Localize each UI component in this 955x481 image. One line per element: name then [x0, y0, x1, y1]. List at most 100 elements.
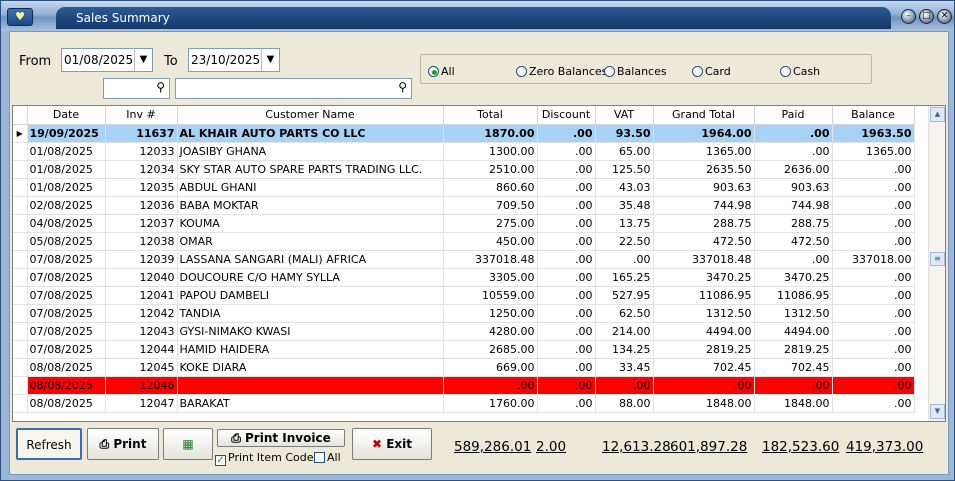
exit-button[interactable]: ✖ Exit: [352, 428, 432, 460]
footer-bar: Refresh ⎙ Print ▦ ⎙ Print Invoice ✓ Print…: [12, 424, 946, 472]
table-cell: 12043: [105, 322, 178, 341]
table-cell: 2636.00: [754, 160, 833, 179]
title-bar: ♥ Sales Summary – □ ✕: [1, 1, 954, 31]
column-header[interactable]: VAT: [595, 106, 654, 125]
table-cell: JOASIBY GHANA: [177, 142, 444, 161]
row-indicator: [13, 178, 28, 197]
column-header[interactable]: Balance: [832, 106, 915, 125]
row-indicator: [13, 250, 28, 269]
table-row[interactable]: 02/08/2025 12036 BABA MOKTAR 709.50.00 35.48…: [13, 196, 915, 215]
maximize-icon[interactable]: □: [919, 9, 934, 24]
radio-dot: [428, 66, 439, 77]
balance-sum: 419,373.00: [846, 439, 924, 455]
all-checkbox[interactable]: All: [314, 451, 341, 464]
print-invoice-button[interactable]: ⎙ Print Invoice: [217, 429, 345, 447]
table-cell: 1848.00: [653, 394, 755, 413]
table-cell: .00: [537, 322, 596, 341]
chevron-down-icon[interactable]: ▼: [261, 49, 279, 71]
filter-radio-group: All Zero Balances Balances Card Cash: [420, 54, 872, 84]
minimize-icon[interactable]: –: [901, 9, 916, 24]
customer-search-input[interactable]: ⚲: [175, 78, 412, 99]
table-cell: 62.50: [595, 304, 654, 323]
column-header[interactable]: Inv #: [105, 106, 178, 125]
table-cell: 12040: [105, 268, 178, 287]
table-cell: 01/08/2025: [27, 142, 106, 161]
column-header[interactable]: Grand Total: [653, 106, 755, 125]
column-header[interactable]: Discount: [537, 106, 596, 125]
table-cell: 19/09/2025: [27, 124, 106, 143]
table-cell: 04/08/2025: [27, 214, 106, 233]
excel-export-button[interactable]: ▦: [163, 428, 213, 460]
table-cell: 11086.95: [754, 286, 833, 305]
row-indicator: [13, 232, 28, 251]
radio-all[interactable]: All: [428, 65, 455, 78]
table-cell: .00: [832, 160, 915, 179]
table-row[interactable]: 05/08/2025 12038 OMAR 450.00.00 22.50 472.50 4…: [13, 232, 915, 251]
table-cell: 709.50: [443, 196, 538, 215]
table-cell: LASSANA SANGARI (MALI) AFRICA: [177, 250, 444, 269]
print-button[interactable]: ⎙ Print: [87, 428, 159, 460]
table-cell: 08/08/2025: [27, 376, 106, 395]
radio-zero-balances[interactable]: Zero Balances: [516, 65, 607, 78]
table-cell: 1870.00: [443, 124, 538, 143]
table-header: Date Inv # Customer Name Total Discount VAT Gr…: [13, 106, 915, 125]
table-cell: 01/08/2025: [27, 160, 106, 179]
radio-cash[interactable]: Cash: [780, 65, 820, 78]
table-cell: .00: [832, 232, 915, 251]
print-item-code-checkbox[interactable]: ✓ Print Item Code: [215, 451, 314, 466]
table-row[interactable]: 01/08/2025 12034 SKY STAR AUTO SPARE PARTS…: [13, 160, 915, 179]
invoice-search-input[interactable]: ⚲: [103, 78, 170, 99]
table-cell: 08/08/2025: [27, 394, 106, 413]
table-cell: 860.60: [443, 178, 538, 197]
column-header[interactable]: Paid: [754, 106, 833, 125]
search-icon[interactable]: ⚲: [156, 80, 165, 94]
from-date-combo[interactable]: 01/08/2025 ▼: [61, 48, 153, 72]
sales-grid[interactable]: Date Inv # Customer Name Total Discount VAT Gr…: [12, 105, 946, 422]
table-cell: 2635.50: [653, 160, 755, 179]
radio-dot: [780, 66, 791, 77]
discount-sum: 2.00: [536, 439, 567, 455]
table-cell: TANDIA: [177, 304, 444, 323]
refresh-button[interactable]: Refresh: [16, 428, 82, 460]
row-indicator: [13, 286, 28, 305]
column-header[interactable]: Customer Name: [177, 106, 444, 125]
printer-icon: ⎙: [231, 431, 246, 445]
table-cell: PAPOU DAMBELI: [177, 286, 444, 305]
vertical-scrollbar[interactable]: ▲ ≡ ▼: [928, 106, 945, 421]
chevron-down-icon[interactable]: ▼: [134, 49, 152, 71]
table-row[interactable]: 07/08/2025 12039 LASSANA SANGARI (MALI) AF…: [13, 250, 915, 269]
table-row[interactable]: 07/08/2025 12043 GYSI-NIMAKO KWASI 4280.00.…: [13, 322, 915, 341]
search-icon[interactable]: ⚲: [398, 80, 407, 94]
table-row[interactable]: 07/08/2025 12040 DOUCOURE C/O HAMY SYLLA 33…: [13, 268, 915, 287]
app-icon[interactable]: ♥: [7, 8, 33, 26]
table-row[interactable]: 04/08/2025 12037 KOUMA 275.00.00 13.75 288.75…: [13, 214, 915, 233]
column-header[interactable]: Date: [27, 106, 106, 125]
close-icon[interactable]: ✕: [937, 9, 952, 24]
table-cell: 43.03: [595, 178, 654, 197]
table-cell: .00: [537, 124, 596, 143]
table-row[interactable]: 08/08/2025 12046.00.00.00.00.00.00: [13, 376, 915, 395]
from-label: From: [19, 54, 52, 69]
table-row[interactable]: 01/08/2025 12035 ABDUL GHANI 860.60.00 43.03…: [13, 178, 915, 197]
table-row[interactable]: 07/08/2025 12044 HAMID HAIDERA 2685.00.00 13…: [13, 340, 915, 359]
table-cell: .00: [832, 196, 915, 215]
table-cell: 337018.00: [832, 250, 915, 269]
table-row[interactable]: ▶ 19/09/2025 11637 AL KHAIR AUTO PARTS CO L…: [13, 124, 915, 143]
table-row[interactable]: 08/08/2025 12045 KOKE DIARA 669.00.00 33.45 7…: [13, 358, 915, 377]
to-date-combo[interactable]: 23/10/2025 ▼: [188, 48, 280, 72]
scroll-up-icon[interactable]: ▲: [930, 107, 945, 122]
table-row[interactable]: 07/08/2025 12042 TANDIA 1250.00.00 62.50 1312…: [13, 304, 915, 323]
table-row[interactable]: 07/08/2025 12041 PAPOU DAMBELI 10559.00.00 5…: [13, 286, 915, 305]
table-cell: 3470.25: [653, 268, 755, 287]
table-cell: 05/08/2025: [27, 232, 106, 251]
table-cell: BARAKAT: [177, 394, 444, 413]
radio-card[interactable]: Card: [692, 65, 731, 78]
table-cell: .00: [595, 376, 654, 395]
table-cell: 12036: [105, 196, 178, 215]
table-row[interactable]: 08/08/2025 12047 BARAKAT 1760.00.00 88.00 184…: [13, 394, 915, 413]
column-header[interactable]: Total: [443, 106, 538, 125]
radio-balances[interactable]: Balances: [604, 65, 667, 78]
table-row[interactable]: 01/08/2025 12033 JOASIBY GHANA 1300.00.00 65…: [13, 142, 915, 161]
scroll-down-icon[interactable]: ▼: [930, 404, 945, 419]
scroll-thumb[interactable]: ≡: [930, 252, 945, 266]
